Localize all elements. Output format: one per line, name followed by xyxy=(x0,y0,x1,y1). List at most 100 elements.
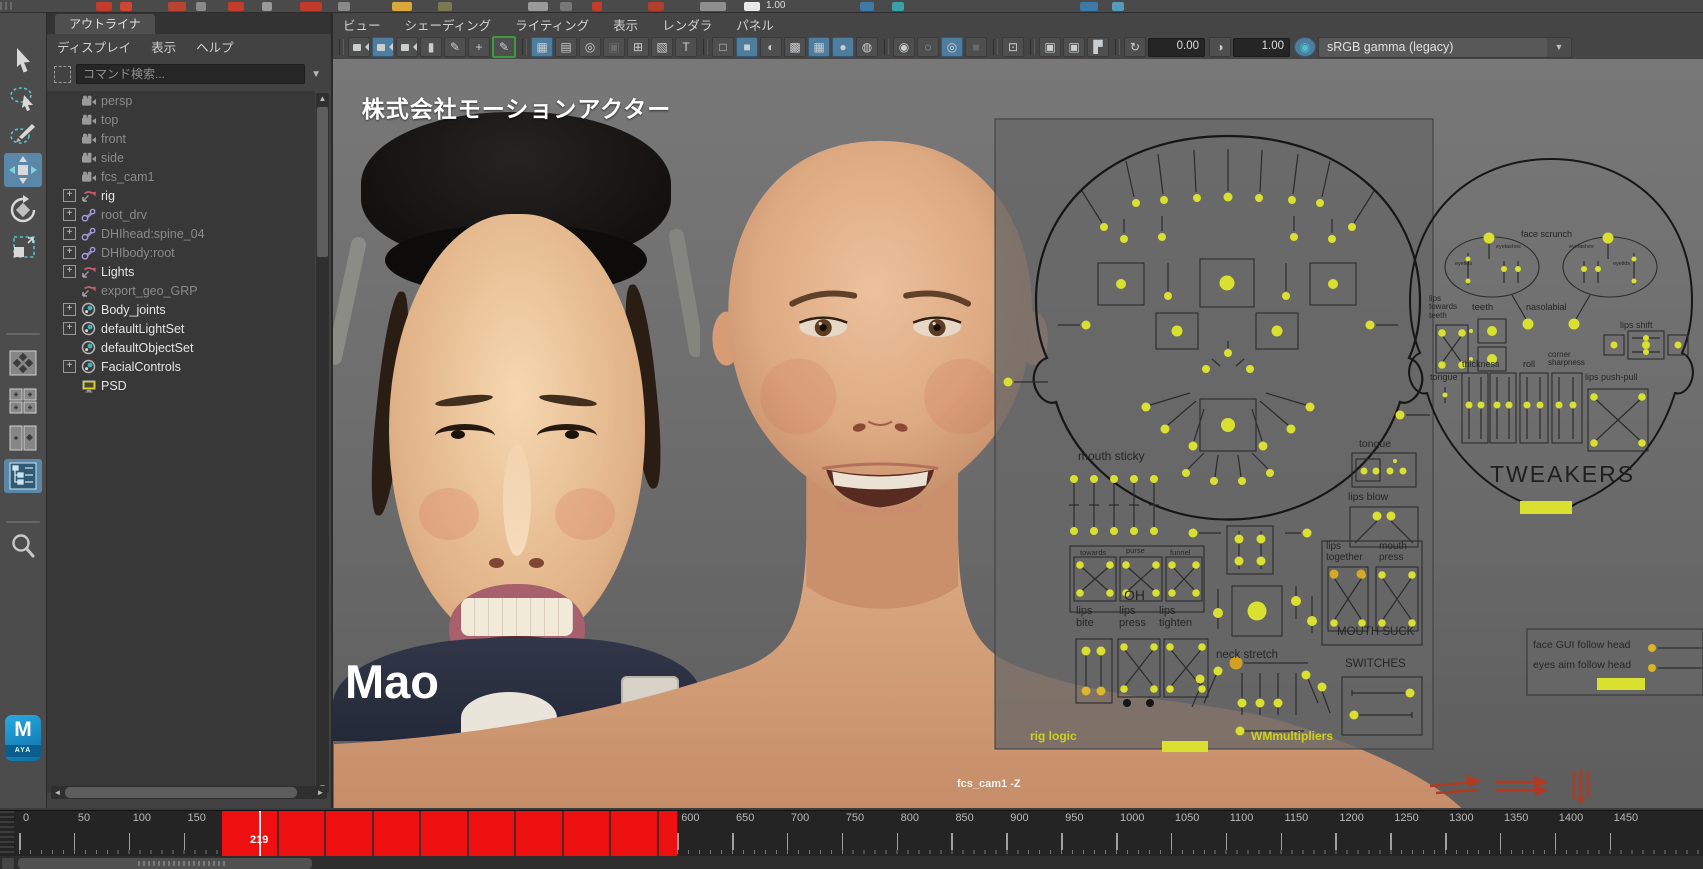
outliner-item-export_geo_GRP[interactable]: +export_geo_GRP xyxy=(47,281,315,300)
control-dot[interactable] xyxy=(1438,329,1446,337)
shelf-icon-partial[interactable] xyxy=(338,2,350,11)
camera-lock-icon[interactable] xyxy=(372,37,394,57)
control-dot[interactable] xyxy=(1484,233,1495,244)
control-dot[interactable] xyxy=(1142,403,1151,412)
outliner-menu-2[interactable]: ヘルプ xyxy=(196,37,234,57)
shaded-icon[interactable]: ■ xyxy=(736,37,758,57)
control-dot[interactable] xyxy=(1122,561,1130,569)
move-tool-button[interactable] xyxy=(4,153,42,187)
bookmark-icon[interactable]: ▮ xyxy=(420,37,442,57)
gate-mask-icon[interactable]: ▣ xyxy=(603,37,625,57)
control-dot[interactable] xyxy=(1130,475,1138,483)
control-dot[interactable] xyxy=(1110,527,1118,535)
expand-plus-icon[interactable]: + xyxy=(63,246,76,259)
control-dot[interactable] xyxy=(1501,266,1507,272)
control-dot[interactable] xyxy=(1090,475,1098,483)
control-dot[interactable] xyxy=(1642,341,1650,349)
control-dot[interactable] xyxy=(1318,683,1327,692)
control-dot[interactable] xyxy=(1373,512,1382,521)
control-dot[interactable] xyxy=(1603,233,1614,244)
control-dot[interactable] xyxy=(1070,527,1078,535)
control-dot[interactable] xyxy=(1202,365,1210,373)
control-dot[interactable] xyxy=(1097,687,1106,696)
control-dot[interactable] xyxy=(1259,442,1268,451)
view-transform-dropdown[interactable]: sRGB gamma (legacy)▼ xyxy=(1318,37,1572,58)
scale-tool-button[interactable] xyxy=(4,230,42,264)
control-dot[interactable] xyxy=(1246,365,1254,373)
control-dot[interactable] xyxy=(1210,477,1218,485)
control-dot[interactable] xyxy=(1110,475,1118,483)
control-dot[interactable] xyxy=(1569,319,1580,330)
viewport-menu-3[interactable]: 表示 xyxy=(613,15,638,35)
wireframe-icon[interactable]: □ xyxy=(712,37,734,57)
shelf-icon-partial[interactable] xyxy=(196,2,206,11)
control-dot[interactable] xyxy=(1330,570,1339,579)
control-dot[interactable] xyxy=(1632,279,1637,284)
pane-corner-icon[interactable]: ▛ xyxy=(1087,37,1109,57)
outliner-item-side[interactable]: +side xyxy=(47,148,315,167)
command-search-input[interactable]: コマンド検索... xyxy=(76,64,305,84)
control-dot[interactable] xyxy=(1350,711,1359,720)
expand-plus-icon[interactable]: + xyxy=(63,303,76,316)
control-dot[interactable] xyxy=(1632,257,1637,262)
control-dot[interactable] xyxy=(1303,529,1312,538)
control-dot[interactable] xyxy=(1189,442,1198,451)
control-dot[interactable] xyxy=(1272,326,1283,337)
control-dot[interactable] xyxy=(1004,378,1013,387)
shelf-icon-partial[interactable] xyxy=(300,2,322,11)
control-dot[interactable] xyxy=(1348,223,1356,231)
control-dot[interactable] xyxy=(1506,402,1513,409)
expand-plus-icon[interactable]: + xyxy=(63,360,76,373)
control-dot[interactable] xyxy=(1274,699,1283,708)
control-dot[interactable] xyxy=(1611,342,1618,349)
range-slider-end-cap[interactable] xyxy=(2,858,14,869)
control-dot[interactable] xyxy=(1366,321,1375,330)
control-dot[interactable] xyxy=(1255,194,1263,202)
control-dot[interactable] xyxy=(1648,644,1656,652)
control-dot[interactable] xyxy=(1487,326,1497,336)
control-dot[interactable] xyxy=(1523,319,1534,330)
outliner-item-PSD[interactable]: +PSD xyxy=(47,376,315,395)
control-dot[interactable] xyxy=(1192,589,1200,597)
control-dot[interactable] xyxy=(1168,561,1176,569)
control-dot[interactable] xyxy=(1106,561,1114,569)
control-dot[interactable] xyxy=(1172,326,1183,337)
wireframe-on-shaded-icon[interactable]: ◐ xyxy=(760,37,782,57)
control-dot[interactable] xyxy=(1150,685,1158,693)
camera-icon[interactable] xyxy=(348,37,370,57)
control-dot[interactable] xyxy=(1076,561,1084,569)
multisample-icon[interactable]: ■ xyxy=(965,37,987,57)
shelf-icon-partial[interactable] xyxy=(262,2,272,11)
shadows-icon[interactable]: ◍ xyxy=(856,37,878,57)
control-dot[interactable] xyxy=(1291,596,1301,606)
time-slider-grip[interactable] xyxy=(0,811,14,856)
control-dot[interactable] xyxy=(1150,643,1158,651)
horizontal-scroll-thumb[interactable] xyxy=(65,787,297,798)
control-dot[interactable] xyxy=(1438,361,1446,369)
control-dot[interactable] xyxy=(1193,194,1201,202)
control-dot[interactable] xyxy=(1236,727,1245,736)
expand-plus-icon[interactable]: + xyxy=(63,322,76,335)
control-dot[interactable] xyxy=(1393,459,1397,463)
control-dot[interactable] xyxy=(1396,411,1405,420)
outliner-item-DHIbody:root[interactable]: +DHIbody:root xyxy=(47,243,315,262)
control-dot[interactable] xyxy=(1361,468,1368,475)
control-dot[interactable] xyxy=(1556,402,1563,409)
outliner-horizontal-scrollbar[interactable]: ◄ ► xyxy=(51,786,327,799)
control-dot[interactable] xyxy=(1328,279,1338,289)
rotate-tool-button[interactable] xyxy=(4,193,42,227)
scroll-up-icon[interactable]: ▲ xyxy=(316,94,329,103)
control-dot[interactable] xyxy=(1146,699,1154,707)
scroll-right-icon[interactable]: ► xyxy=(314,786,327,799)
control-dot[interactable] xyxy=(1152,561,1160,569)
control-dot[interactable] xyxy=(1120,235,1128,243)
time-slider[interactable]: 0501001502002503003504004505005506006507… xyxy=(0,810,1703,856)
outliner-item-fcs_cam1[interactable]: +fcs_cam1 xyxy=(47,167,315,186)
control-dot[interactable] xyxy=(1150,527,1158,535)
control-dot[interactable] xyxy=(1590,439,1598,447)
control-dot[interactable] xyxy=(1570,402,1577,409)
shelf-icon-partial[interactable] xyxy=(560,2,572,11)
control-dot[interactable] xyxy=(1378,571,1386,579)
shelf-icon-partial[interactable] xyxy=(892,2,904,11)
control-dot[interactable] xyxy=(1196,675,1205,684)
